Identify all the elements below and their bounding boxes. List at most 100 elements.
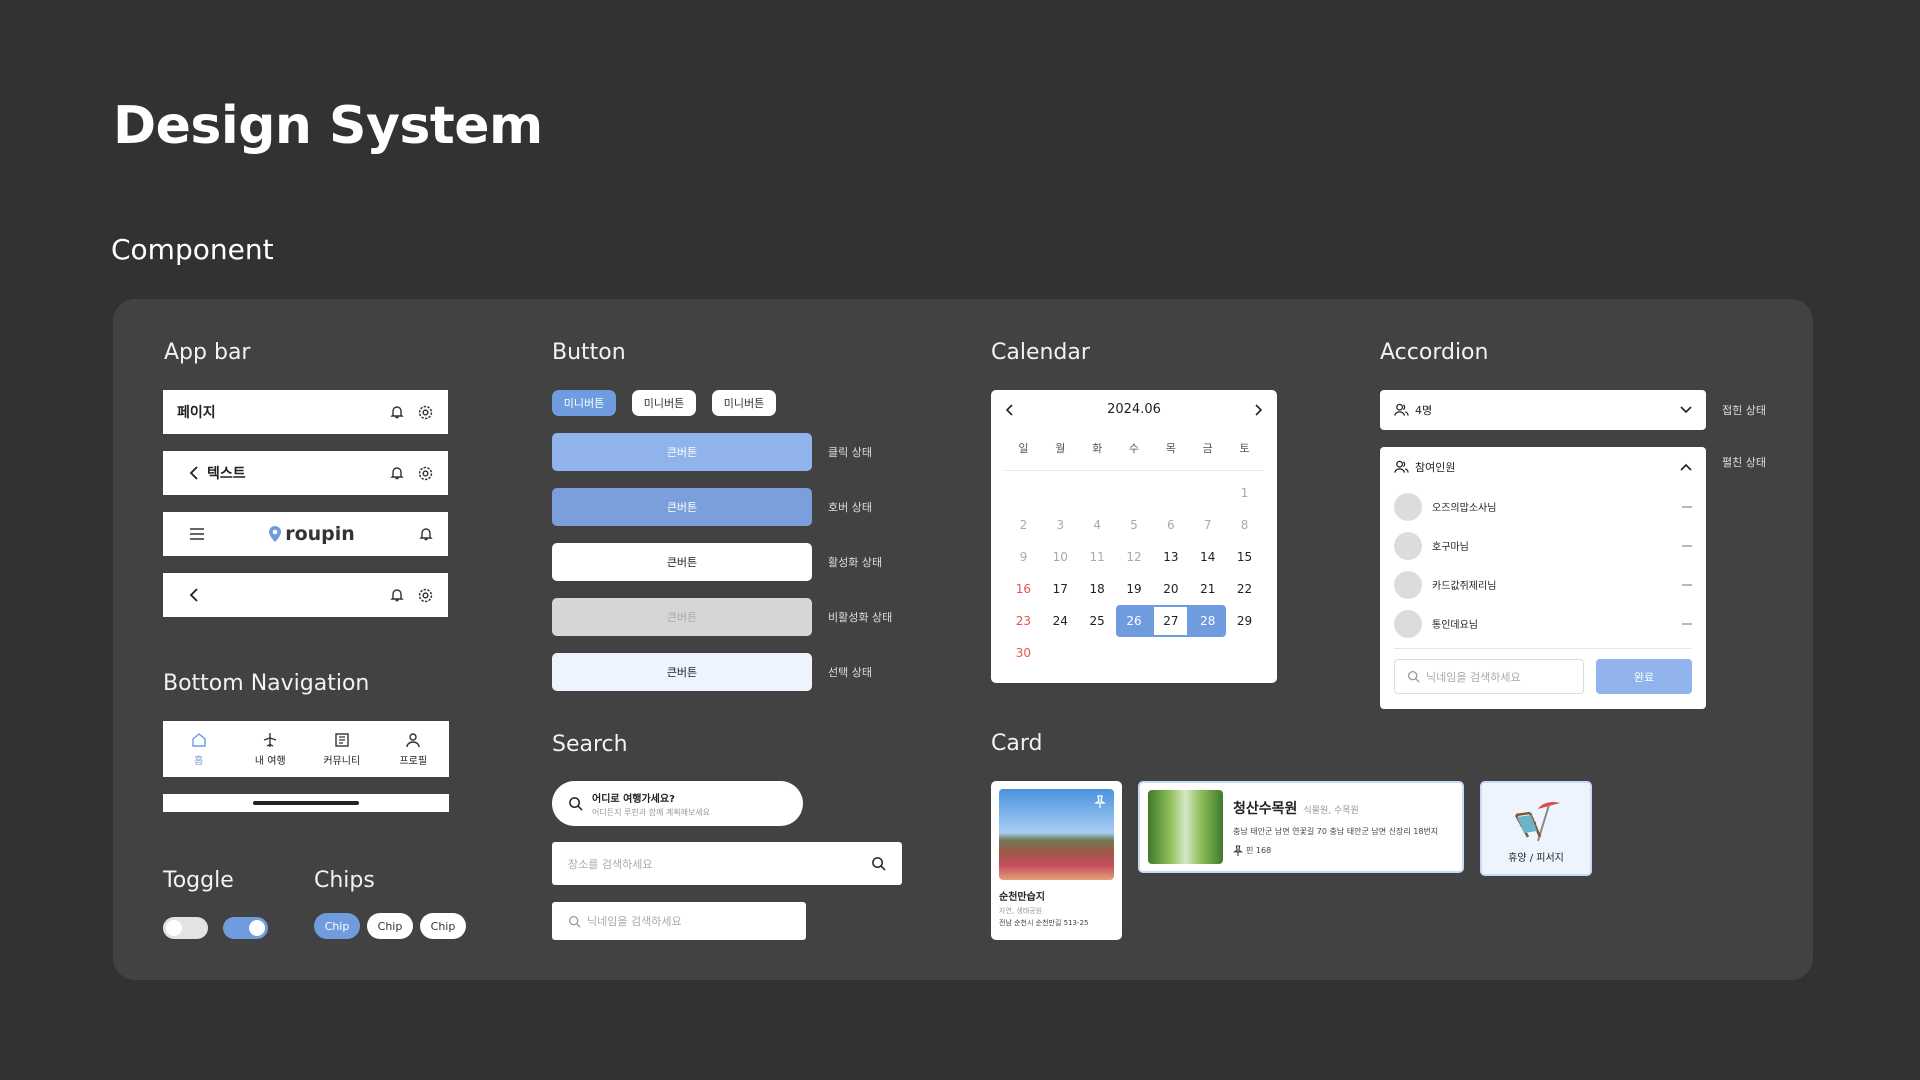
calendar-day[interactable]: 14 (1189, 541, 1226, 573)
place-search-input[interactable]: 장소를 검색하세요 (568, 856, 871, 872)
calendar-day[interactable]: 4 (1079, 509, 1116, 541)
accordion-title: 참여인원 (1415, 461, 1456, 474)
chip-selected[interactable]: Chip (314, 913, 360, 939)
accordion-collapsed[interactable]: 4명 (1380, 390, 1706, 430)
chevron-down-icon[interactable] (1680, 406, 1692, 414)
place-card-vertical[interactable]: 순천만습지 자연, 생태공원 전남 순천시 순천만길 513-25 (991, 781, 1122, 940)
big-button-hover[interactable]: 큰버튼 (552, 488, 812, 526)
calendar-day[interactable]: 11 (1079, 541, 1116, 573)
bottom-navigation-bar: 홈 내 여행 커뮤니티 프로필 (163, 721, 449, 777)
member-row[interactable]: 카드값쥐제리님 (1380, 565, 1706, 604)
calendar-day[interactable]: 12 (1116, 541, 1153, 573)
gear-icon[interactable] (417, 465, 434, 482)
calendar-day[interactable]: 21 (1189, 573, 1226, 605)
calendar-day[interactable]: 24 (1042, 605, 1079, 637)
mini-button[interactable]: 미니버튼 (712, 390, 776, 416)
category-card[interactable]: 휴양 / 피서지 (1480, 781, 1592, 876)
calendar-day[interactable]: 15 (1226, 541, 1263, 573)
calendar-day[interactable]: 6 (1152, 509, 1189, 541)
chevron-up-icon[interactable] (1680, 463, 1692, 471)
member-row[interactable]: 호구마님 (1380, 526, 1706, 565)
calendar-day[interactable]: 19 (1116, 573, 1153, 605)
search-icon[interactable] (871, 856, 886, 871)
pin-icon[interactable] (1094, 795, 1106, 809)
calendar-day[interactable]: 26 (1115, 605, 1153, 637)
calendar-day[interactable]: 9 (1005, 541, 1042, 573)
pin-count: 핀 168 (1246, 846, 1272, 855)
bell-icon[interactable] (389, 465, 405, 481)
nav-item-profile[interactable]: 프로필 (378, 732, 449, 767)
nickname-search-field[interactable]: 닉네임을 검색하세요 (552, 902, 806, 940)
calendar-day[interactable]: 2 (1005, 509, 1042, 541)
big-button-active[interactable]: 큰버튼 (552, 543, 812, 581)
calendar-weekday: 일 (1018, 442, 1029, 455)
nav-item-community[interactable]: 커뮤니티 (306, 732, 377, 767)
calendar-day[interactable]: 17 (1042, 573, 1079, 605)
calendar-day[interactable]: 27 (1152, 605, 1190, 637)
calendar-day[interactable]: 23 (1005, 605, 1042, 637)
calendar-empty-cell (1116, 637, 1153, 669)
calendar-empty-cell (1189, 477, 1226, 509)
calendar-day[interactable]: 28 (1189, 605, 1227, 637)
search-icon (1407, 670, 1420, 683)
avatar (1394, 570, 1422, 599)
section-accordion: Accordion (1380, 340, 1489, 365)
chevron-left-icon[interactable] (189, 588, 201, 602)
calendar-day[interactable]: 7 (1189, 509, 1226, 541)
calendar-day[interactable]: 20 (1152, 573, 1189, 605)
hero-search-bar[interactable]: 어디로 여행가세요? 어디든지 루핀과 함께 계획해보세요 (552, 781, 803, 826)
minus-icon[interactable] (1682, 505, 1692, 508)
place-search-field[interactable]: 장소를 검색하세요 (552, 842, 902, 885)
nickname-search-input[interactable]: 닉네임을 검색하세요 (587, 913, 682, 929)
calendar-day[interactable]: 10 (1042, 541, 1079, 573)
member-row[interactable]: 오즈의맙소사님 (1380, 487, 1706, 526)
done-button[interactable]: 완료 (1596, 659, 1692, 694)
minus-icon[interactable] (1682, 583, 1692, 586)
mini-button[interactable]: 미니버튼 (632, 390, 696, 416)
toggle-on[interactable] (223, 917, 268, 939)
member-name: 카드값쥐제리님 (1432, 581, 1497, 592)
mini-button-active[interactable]: 미니버튼 (552, 390, 616, 416)
accordion-header[interactable]: 참여인원 (1380, 447, 1706, 487)
chip[interactable]: Chip (420, 913, 466, 939)
airplane-icon (262, 732, 278, 748)
big-button-selected[interactable]: 큰버튼 (552, 653, 812, 691)
member-search-input[interactable]: 닉네임을 검색하세요 (1426, 669, 1521, 685)
calendar-day[interactable]: 3 (1042, 509, 1079, 541)
minus-icon[interactable] (1682, 622, 1692, 625)
people-icon (1394, 460, 1409, 474)
chevron-right-icon[interactable] (1253, 403, 1263, 416)
nav-item-home[interactable]: 홈 (163, 732, 234, 767)
chevron-left-icon[interactable] (1005, 403, 1015, 416)
state-label: 클릭 상태 (828, 446, 872, 459)
big-button-clicked[interactable]: 큰버튼 (552, 433, 812, 471)
hamburger-menu-icon[interactable] (189, 527, 205, 541)
calendar-day[interactable]: 8 (1226, 509, 1263, 541)
calendar-day[interactable]: 29 (1226, 605, 1263, 637)
toggle-off[interactable] (163, 917, 208, 939)
calendar-day[interactable]: 18 (1079, 573, 1116, 605)
state-label: 활성화 상태 (828, 556, 883, 569)
chevron-left-icon[interactable] (189, 466, 201, 480)
calendar-day[interactable]: 25 (1079, 605, 1116, 637)
calendar-day[interactable]: 30 (1005, 637, 1042, 669)
gear-icon[interactable] (417, 404, 434, 421)
minus-icon[interactable] (1682, 544, 1692, 547)
gear-icon[interactable] (417, 587, 434, 604)
place-card-horizontal[interactable]: 청산수목원 식물원, 수목원 충남 태안군 남면 연꽃길 70 충남 태안군 남… (1138, 781, 1464, 873)
calendar-day[interactable]: 5 (1116, 509, 1153, 541)
section-chips: Chips (314, 868, 375, 893)
calendar-weekday: 수 (1128, 442, 1140, 455)
bell-icon[interactable] (389, 404, 405, 420)
calendar-day[interactable]: 22 (1226, 573, 1263, 605)
nav-item-my-trip[interactable]: 내 여행 (235, 732, 306, 767)
calendar-day[interactable]: 1 (1226, 477, 1263, 509)
app-bar-back-text: 텍스트 (163, 451, 448, 495)
calendar-day[interactable]: 13 (1152, 541, 1189, 573)
member-search-field[interactable]: 닉네임을 검색하세요 (1394, 659, 1584, 694)
bell-icon[interactable] (389, 587, 405, 603)
member-row[interactable]: 통인데요님 (1380, 604, 1706, 643)
calendar-day[interactable]: 16 (1005, 573, 1042, 605)
chip[interactable]: Chip (367, 913, 413, 939)
bell-icon[interactable] (418, 526, 434, 542)
